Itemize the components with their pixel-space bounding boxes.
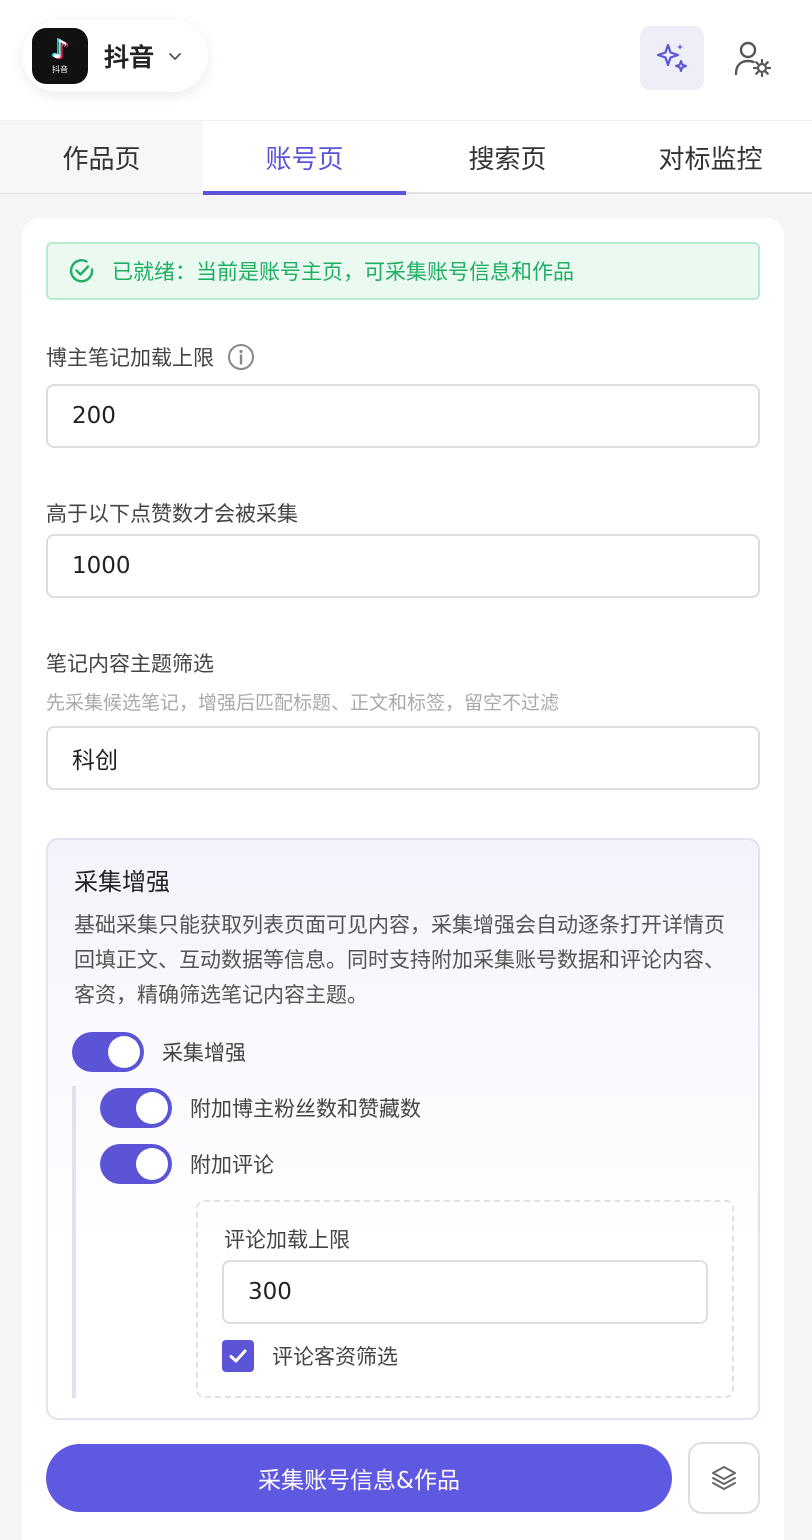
tiktok-logo-icon: ♪ 抖音 xyxy=(32,28,88,84)
note-limit-label-text: 博主笔记加载上限 xyxy=(46,346,214,370)
ai-assistant-button[interactable] xyxy=(640,26,704,90)
sparkles-icon xyxy=(656,43,687,72)
user-settings-button[interactable] xyxy=(724,30,780,86)
checkmark-icon xyxy=(229,1349,247,1363)
enhance-title: 采集增强 xyxy=(74,868,170,896)
topic-filter-hint: 先采集候选笔记，增强后匹配标题、正文和标签，留空不过滤 xyxy=(46,692,560,714)
collect-account-button[interactable]: 采集账号信息&作品 xyxy=(46,1444,672,1512)
tab-bar: 作品页 账号页 搜索页 对标监控 xyxy=(0,120,812,195)
topic-filter-label: 笔记内容主题筛选 xyxy=(46,652,214,676)
chevron-down-icon xyxy=(169,53,181,60)
comments-toggle[interactable] xyxy=(100,1144,172,1184)
enhance-toggle[interactable] xyxy=(72,1032,144,1072)
toggle-row-enhance: 采集增强 xyxy=(72,1032,246,1072)
layers-button[interactable] xyxy=(688,1442,760,1514)
info-icon[interactable] xyxy=(226,342,256,372)
tab-works[interactable]: 作品页 xyxy=(0,121,203,193)
tab-search[interactable]: 搜索页 xyxy=(406,121,609,193)
lead-filter-label: 评论客资筛选 xyxy=(272,1345,398,1369)
lead-filter-row: 评论客资筛选 xyxy=(222,1340,398,1372)
fans-likes-toggle-label: 附加博主粉丝数和赞藏数 xyxy=(190,1097,421,1121)
tab-account[interactable]: 账号页 xyxy=(203,121,406,195)
note-limit-input[interactable] xyxy=(46,384,760,448)
status-text: 已就绪：当前是账号主页，可采集账号信息和作品 xyxy=(112,260,574,284)
tab-benchmark-monitor[interactable]: 对标监控 xyxy=(609,121,812,193)
comment-options-box: 评论加载上限 评论客资筛选 xyxy=(196,1200,734,1398)
layers-icon xyxy=(712,1466,736,1490)
likes-threshold-input[interactable] xyxy=(46,534,760,598)
topic-filter-input[interactable] xyxy=(46,726,760,790)
status-banner: 已就绪：当前是账号主页，可采集账号信息和作品 xyxy=(46,242,760,300)
toggle-row-comments: 附加评论 xyxy=(100,1144,274,1184)
enhance-panel: 采集增强 基础采集只能获取列表页面可见内容，采集增强会自动逐条打开详情页回填正文… xyxy=(46,838,760,1420)
user-settings-icon xyxy=(734,41,772,78)
comment-limit-label: 评论加载上限 xyxy=(224,1228,350,1252)
app-name: 抖音 xyxy=(104,43,155,72)
enhance-toggle-label: 采集增强 xyxy=(162,1041,246,1065)
comments-toggle-label: 附加评论 xyxy=(190,1153,274,1177)
comment-limit-input[interactable] xyxy=(222,1260,708,1324)
enhance-description: 基础采集只能获取列表页面可见内容，采集增强会自动逐条打开详情页回填正文、互动数据… xyxy=(74,913,725,1007)
fans-likes-toggle[interactable] xyxy=(100,1088,172,1128)
check-circle-icon xyxy=(69,259,94,283)
sub-options-divider xyxy=(72,1086,76,1398)
toggle-row-fans: 附加博主粉丝数和赞藏数 xyxy=(100,1088,421,1128)
note-limit-label: 博主笔记加载上限 xyxy=(46,342,256,372)
logo-text: 抖音 xyxy=(52,65,68,74)
header: ♪ 抖音 抖音 xyxy=(0,0,812,120)
likes-threshold-label: 高于以下点赞数才会被采集 xyxy=(46,502,298,526)
settings-card: 已就绪：当前是账号主页，可采集账号信息和作品 博主笔记加载上限 高于以下点赞数才… xyxy=(22,218,784,1540)
lead-filter-checkbox[interactable] xyxy=(222,1340,254,1372)
app-switcher[interactable]: ♪ 抖音 抖音 xyxy=(22,20,208,92)
